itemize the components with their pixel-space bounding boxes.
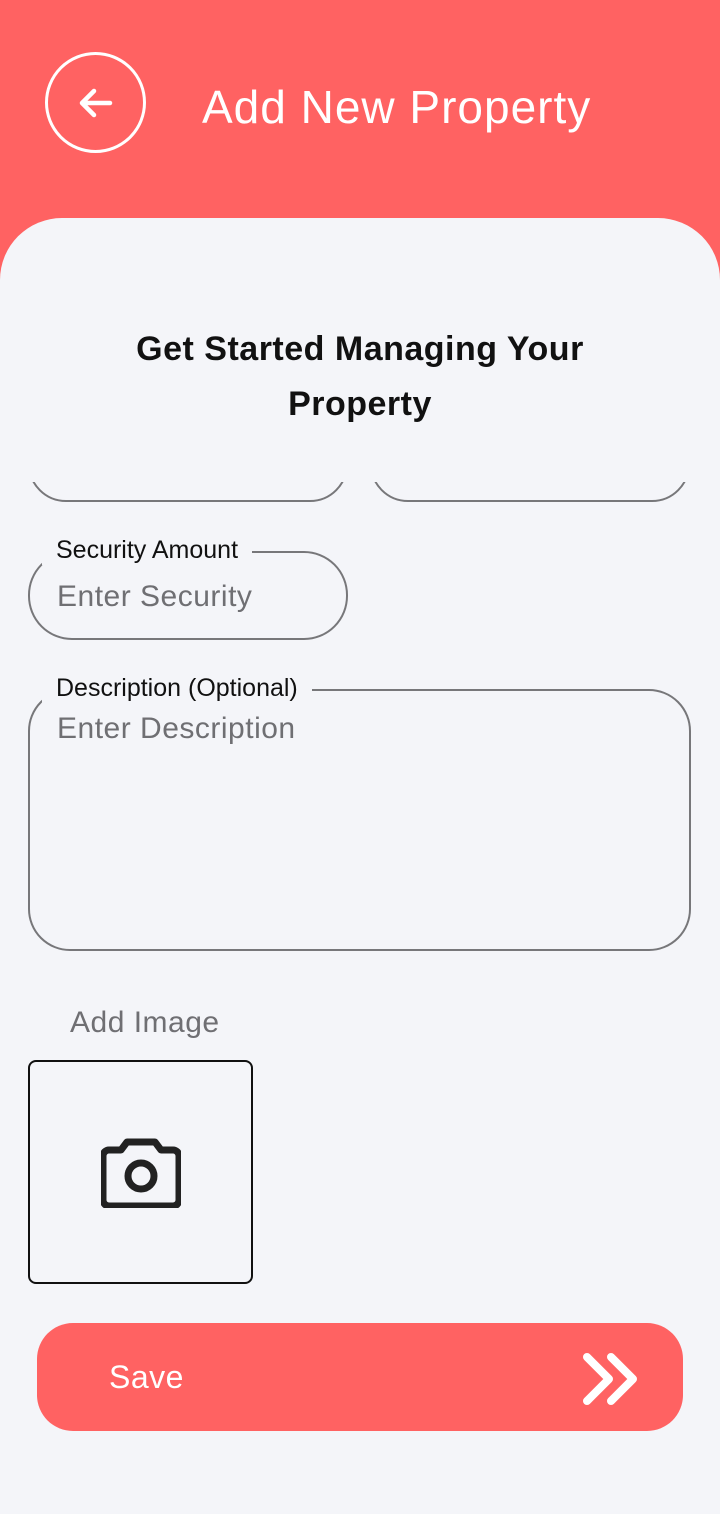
description-input[interactable] [57, 712, 667, 932]
security-label: Security Amount [42, 535, 253, 565]
security-input[interactable] [57, 577, 327, 617]
form-subtitle: Get Started Managing Your Property [136, 330, 584, 423]
save-label: Save [109, 1359, 184, 1395]
page-title: Add New Property [202, 81, 592, 133]
save-button[interactable]: Save [37, 1323, 683, 1431]
double-chevron-right-icon [583, 1353, 637, 1405]
camera-icon [100, 1138, 181, 1208]
description-label: Description (Optional) [42, 673, 312, 703]
add-image-button[interactable] [28, 1060, 253, 1284]
scrolled-fields-row [0, 482, 720, 504]
clipped-field-right[interactable] [370, 482, 690, 502]
add-image-label: Add Image [70, 1006, 220, 1039]
arrow-left-icon [79, 88, 112, 117]
back-button[interactable] [45, 52, 146, 153]
clipped-field-left[interactable] [28, 482, 348, 502]
